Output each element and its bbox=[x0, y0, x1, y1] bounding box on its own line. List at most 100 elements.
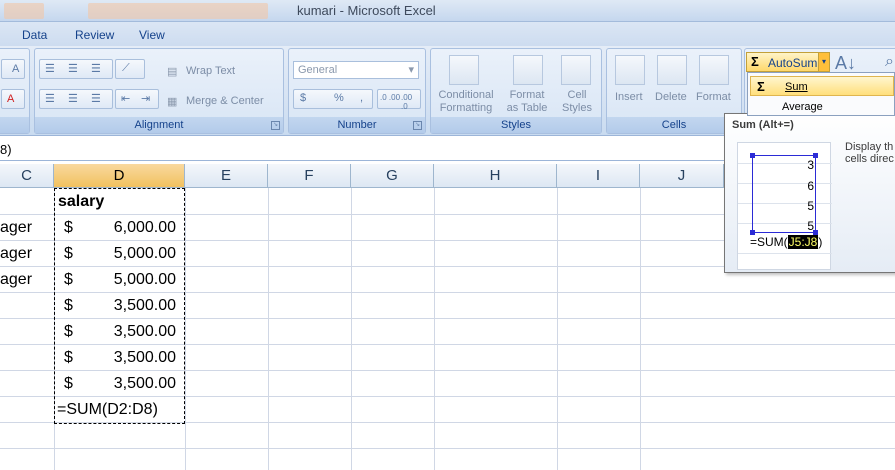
conditional-formatting-label-1: Conditional bbox=[438, 89, 494, 101]
grid-line bbox=[434, 188, 435, 470]
autosum-menu: Σ Sum Average bbox=[747, 72, 895, 116]
column-header-e[interactable]: E bbox=[185, 164, 268, 188]
cell-d1-header[interactable]: salary bbox=[58, 193, 104, 211]
grid-line bbox=[557, 188, 558, 470]
comma-button[interactable]: , bbox=[360, 92, 363, 104]
find-select-icon[interactable]: ⌕ bbox=[885, 53, 894, 71]
format-as-table-button[interactable]: Format as Table bbox=[501, 89, 553, 115]
column-header-i[interactable]: I bbox=[557, 164, 640, 188]
font-color-button[interactable]: A bbox=[1, 89, 25, 109]
title-bar: kumari - Microsoft Excel bbox=[0, 0, 895, 22]
indent-buttons[interactable]: ⇤ ⇥ bbox=[115, 89, 159, 109]
tab-view[interactable]: View bbox=[139, 28, 165, 42]
align-left-icon[interactable]: ☰ bbox=[45, 92, 55, 105]
alignment-group: ☰ ☰ ☰ ⟋ ☰ ☰ ☰ ⇤ ⇥ ▤ Wrap Text ▦ Merge & … bbox=[34, 48, 284, 134]
chevron-down-icon: ▾ bbox=[408, 64, 414, 76]
cell-d2[interactable]: 6,000.00 bbox=[90, 219, 176, 237]
cell-c2[interactable]: ager bbox=[0, 219, 32, 237]
merge-center-icon: ▦ bbox=[167, 96, 178, 108]
menu-item-sum-label: Sum bbox=[785, 81, 808, 93]
merge-center-button[interactable]: Merge & Center bbox=[186, 95, 264, 108]
column-header-h[interactable]: H bbox=[434, 164, 557, 188]
sigma-icon: Σ bbox=[751, 54, 759, 69]
currency-symbol: $ bbox=[64, 349, 73, 366]
delete-button[interactable]: Delete bbox=[655, 91, 687, 104]
grid-line bbox=[185, 188, 186, 470]
selection-handle bbox=[813, 153, 818, 158]
horizontal-align-buttons[interactable]: ☰ ☰ ☰ bbox=[39, 89, 113, 109]
wrap-text-button[interactable]: Wrap Text bbox=[186, 65, 235, 78]
delete-icon[interactable] bbox=[657, 55, 687, 85]
menu-item-sum[interactable]: Σ Sum bbox=[750, 76, 894, 96]
currency-button[interactable]: $ bbox=[300, 92, 306, 104]
column-header-f[interactable]: F bbox=[268, 164, 351, 188]
number-format-dropdown[interactable]: General ▾ bbox=[293, 61, 419, 79]
align-middle-icon[interactable]: ☰ bbox=[68, 62, 78, 75]
cell-styles-label-1: Cell bbox=[567, 89, 587, 101]
cell-d7[interactable]: 3,500.00 bbox=[90, 349, 176, 367]
cell-d6[interactable]: 3,500.00 bbox=[90, 323, 176, 341]
cells-group-label: Cells bbox=[607, 117, 741, 133]
insert-icon[interactable] bbox=[615, 55, 645, 85]
orientation-button[interactable]: ⟋ bbox=[115, 59, 145, 79]
styles-group: Conditional Formatting Format as Table C… bbox=[430, 48, 602, 134]
percent-button[interactable]: % bbox=[334, 92, 344, 104]
cell-d4[interactable]: 5,000.00 bbox=[90, 271, 176, 289]
sort-filter-icon[interactable]: A↓ bbox=[835, 53, 856, 74]
currency-symbol: $ bbox=[64, 245, 73, 262]
formula-bar-text[interactable]: 8) bbox=[0, 142, 12, 157]
preview-formula: =SUM(J5:J8) bbox=[750, 235, 822, 249]
decimal-buttons: .0 .00 .00 .0 bbox=[377, 89, 421, 111]
preview-formula-suffix: ) bbox=[818, 235, 823, 249]
insert-button[interactable]: Insert bbox=[615, 91, 643, 104]
ghost-tab bbox=[4, 3, 44, 19]
column-header-d[interactable]: D bbox=[54, 164, 185, 188]
tooltip-desc-line: cells direc bbox=[845, 153, 894, 165]
format-button[interactable]: Format bbox=[696, 91, 731, 104]
decrease-decimal-button[interactable]: .00 .0 bbox=[401, 93, 420, 111]
tooltip-title: Sum (Alt+=) bbox=[732, 119, 794, 131]
conditional-formatting-icon[interactable] bbox=[449, 55, 479, 85]
currency-symbol: $ bbox=[64, 323, 73, 340]
vertical-align-buttons[interactable]: ☰ ☰ ☰ bbox=[39, 59, 113, 79]
cell-c4[interactable]: ager bbox=[0, 271, 32, 289]
autosum-dropdown-arrow[interactable]: ▾ bbox=[818, 53, 829, 71]
wrap-text-icon: ▤ bbox=[167, 66, 178, 78]
decrease-indent-icon[interactable]: ⇤ bbox=[121, 92, 130, 105]
cell-d5[interactable]: 3,500.00 bbox=[90, 297, 176, 315]
cell-styles-icon[interactable] bbox=[561, 55, 591, 85]
preview-selection bbox=[752, 155, 816, 233]
menu-item-average[interactable]: Average bbox=[782, 101, 823, 113]
align-right-icon[interactable]: ☰ bbox=[91, 92, 101, 105]
format-as-table-label-1: Format bbox=[509, 89, 545, 101]
alignment-launcher-icon[interactable]: ↘ bbox=[271, 121, 280, 130]
increase-indent-icon[interactable]: ⇥ bbox=[141, 92, 150, 105]
number-format-value: General bbox=[298, 64, 338, 76]
conditional-formatting-button[interactable]: Conditional Formatting bbox=[433, 89, 499, 115]
font-size-button[interactable]: A bbox=[1, 59, 25, 79]
column-header-j[interactable]: J bbox=[640, 164, 724, 188]
cell-d3[interactable]: 5,000.00 bbox=[90, 245, 176, 263]
currency-symbol: $ bbox=[64, 271, 73, 288]
cell-d9-formula[interactable]: =SUM(D2:D8) bbox=[57, 401, 158, 419]
number-style-buttons: $ % , bbox=[293, 89, 373, 109]
column-header-g[interactable]: G bbox=[351, 164, 434, 188]
grid-line bbox=[351, 188, 352, 470]
align-bottom-icon[interactable]: ☰ bbox=[91, 62, 101, 75]
align-top-icon[interactable]: ☰ bbox=[45, 62, 55, 75]
alignment-group-label: Alignment bbox=[35, 117, 283, 133]
tab-data[interactable]: Data bbox=[22, 28, 47, 42]
format-icon[interactable] bbox=[699, 55, 729, 85]
format-as-table-icon[interactable] bbox=[513, 55, 543, 85]
cells-group: Insert Delete Format Cells bbox=[606, 48, 742, 134]
font-group: A A bbox=[0, 48, 30, 134]
autosum-button[interactable]: Σ AutoSum ▾ bbox=[746, 52, 830, 72]
align-center-icon[interactable]: ☰ bbox=[68, 92, 78, 105]
number-launcher-icon[interactable]: ↘ bbox=[413, 121, 422, 130]
cell-styles-button[interactable]: Cell Styles bbox=[555, 89, 599, 115]
cell-d8[interactable]: 3,500.00 bbox=[90, 375, 176, 393]
column-header-c[interactable]: C bbox=[0, 164, 54, 188]
increase-decimal-button[interactable]: .0 .00 bbox=[380, 93, 400, 102]
cell-c3[interactable]: ager bbox=[0, 245, 32, 263]
tab-review[interactable]: Review bbox=[75, 28, 114, 42]
